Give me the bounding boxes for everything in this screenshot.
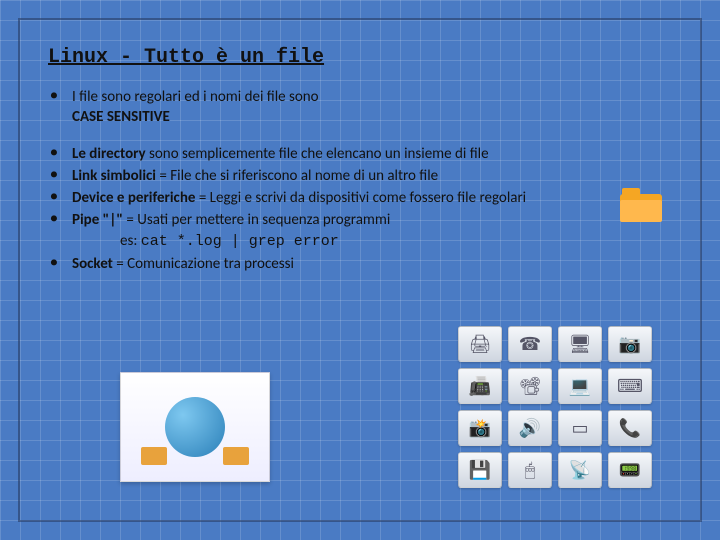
device-icon: ☎	[508, 326, 552, 362]
example-label: es:	[120, 232, 141, 250]
device-icon: 📞	[608, 410, 652, 446]
device-icon: 📸	[458, 410, 502, 446]
bullet-strong: Le directory	[72, 145, 146, 163]
bullet-item: Pipe "|" = Usati per mettere in sequenza…	[48, 210, 672, 252]
device-icon: 🔊	[508, 410, 552, 446]
bullet-item: I file sono regolari ed i nomi dei file …	[48, 87, 672, 128]
device-icon: 📡	[558, 452, 602, 488]
device-icon: 🖨	[458, 326, 502, 362]
slide-title: Linux - Tutto è un file	[48, 46, 672, 69]
example-code: cat *.log | grep error	[141, 233, 339, 250]
device-icon: 📽	[508, 368, 552, 404]
bullet-text: sono semplicemente file che elencano un …	[146, 145, 489, 163]
bullet-list: I file sono regolari ed i nomi dei file …	[48, 87, 672, 274]
bullet-text: = Leggi e scrivi da dispositivi come fos…	[195, 189, 526, 207]
device-icon: ⌨	[608, 368, 652, 404]
globe-network-icon	[120, 372, 270, 482]
bullet-text: = Comunicazione tra processi	[113, 255, 294, 273]
device-icon: 🖱	[508, 452, 552, 488]
device-icon: 💾	[458, 452, 502, 488]
bullet-text: = Usati per mettere in sequenza programm…	[123, 211, 390, 229]
bullet-strong: Link simbolici	[72, 167, 156, 185]
device-icon: ▭	[558, 410, 602, 446]
bullet-text: = File che si riferiscono al nome di un …	[156, 167, 438, 185]
bullet-strong: Device e periferiche	[72, 189, 195, 207]
slide-frame: Linux - Tutto è un file I file sono rego…	[18, 18, 702, 522]
bullet-example: es: cat *.log | grep error	[72, 231, 672, 252]
bullet-item: Device e periferiche = Leggi e scrivi da…	[48, 188, 672, 208]
device-icon: 📟	[608, 452, 652, 488]
device-icon: 📷	[608, 326, 652, 362]
folder-icon	[620, 188, 662, 222]
bullet-strong: CASE SENSITIVE	[72, 108, 170, 126]
bullet-strong: Socket	[72, 255, 113, 273]
device-icon: 💻	[558, 368, 602, 404]
bullet-strong: Pipe "|"	[72, 211, 123, 229]
device-icon: 🖥	[558, 326, 602, 362]
device-icon: 📠	[458, 368, 502, 404]
bullet-item: Socket = Comunicazione tra processi	[48, 254, 672, 274]
device-grid-icon: 🖨 ☎ 🖥 📷 📠 📽 💻 ⌨ 📸 🔊 ▭ 📞 💾 🖱 📡 📟	[458, 326, 658, 488]
bullet-item: Link simbolici = File che si riferiscono…	[48, 166, 672, 186]
bullet-text: I file sono regolari ed i nomi dei file …	[72, 88, 319, 106]
bullet-item: Le directory sono semplicemente file che…	[48, 144, 672, 164]
